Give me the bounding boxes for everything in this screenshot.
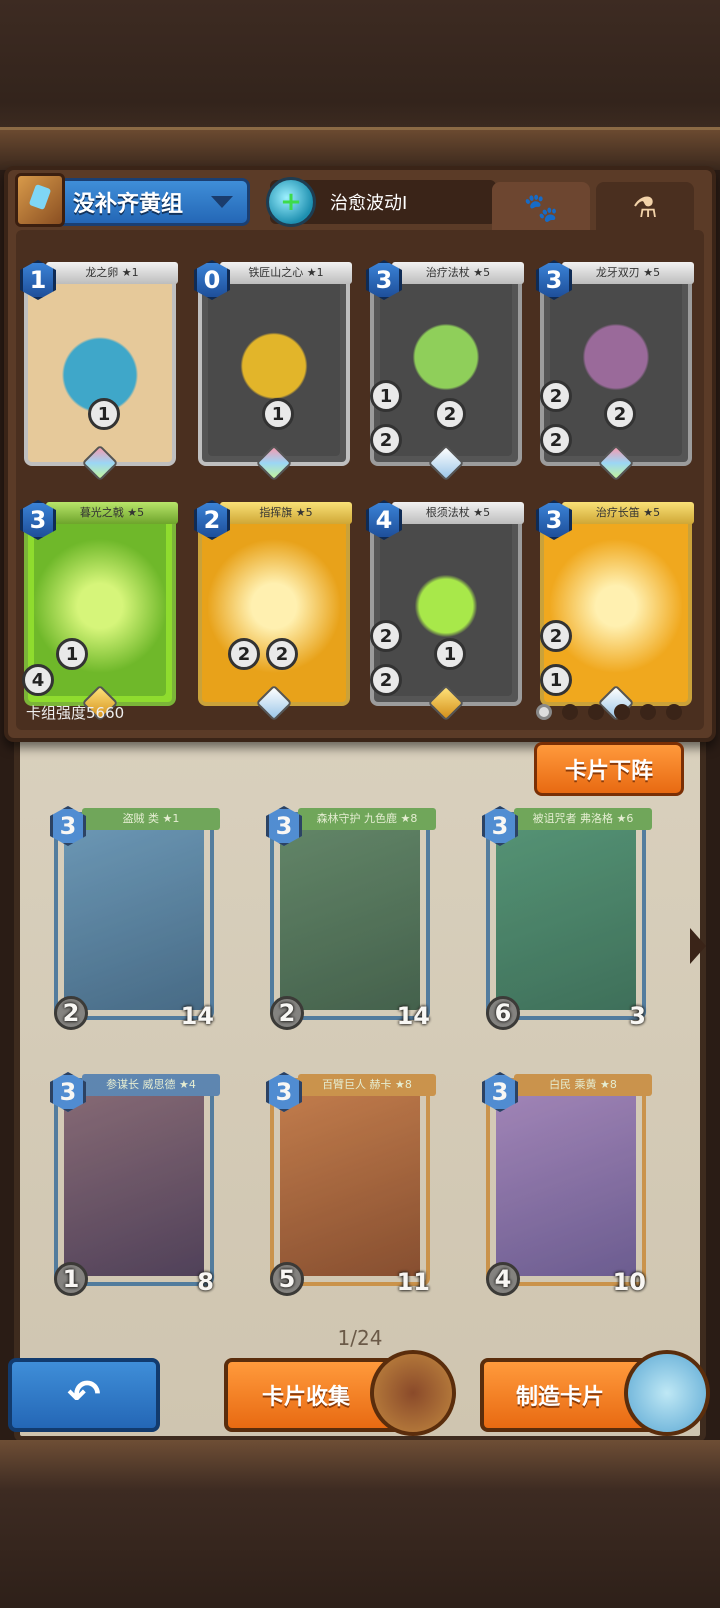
next-page-arrow-icon[interactable] xyxy=(690,928,706,964)
card-attack: 5 xyxy=(270,1262,304,1296)
card-health: 14 xyxy=(180,1002,214,1030)
card-health: 8 xyxy=(197,1268,214,1296)
card-stat: 1 xyxy=(88,398,120,430)
deck-card[interactable]: 治疗长笛 ★5 3 2 1 xyxy=(536,500,694,722)
card-name: 治疗长笛 ★5 xyxy=(562,502,694,524)
filter-dot[interactable] xyxy=(640,704,656,720)
deck-book-icon xyxy=(15,173,65,227)
card-stat: 2 xyxy=(540,620,572,652)
card-stat: 2 xyxy=(540,424,572,456)
card-attack: 4 xyxy=(486,1262,520,1296)
card-attack: 6 xyxy=(486,996,520,1030)
deck-filter-dots xyxy=(536,704,682,720)
card-attack: 1 xyxy=(54,1262,88,1296)
tab-potion[interactable]: ⚗ xyxy=(596,182,694,232)
card-stat: 4 xyxy=(22,664,54,696)
card-stat: 2 xyxy=(370,664,402,696)
craft-card-label: 制造卡片 xyxy=(516,1385,605,1410)
card-stat: 1 xyxy=(434,638,466,670)
card-attack: 2 xyxy=(270,996,304,1030)
card-stat: 1 xyxy=(370,380,402,412)
card-stat: 2 xyxy=(434,398,466,430)
card-stat: 2 xyxy=(540,380,572,412)
card-health: 10 xyxy=(612,1268,646,1296)
card-stat: 2 xyxy=(370,424,402,456)
card-health: 11 xyxy=(396,1268,430,1296)
bottom-wood-background xyxy=(0,1440,720,1608)
page-indicator: 1/24 xyxy=(337,1326,383,1350)
card-stat: 2 xyxy=(370,620,402,652)
tab-paw[interactable]: 🐾 xyxy=(492,182,590,232)
card-stat: 2 xyxy=(266,638,298,670)
deck-card[interactable]: 龙牙双刃 ★5 3 2 2 2 xyxy=(536,260,694,482)
deck-card[interactable]: 指挥旗 ★5 2 2 2 xyxy=(194,500,352,722)
filter-dot[interactable] xyxy=(588,704,604,720)
card-name: 治疗法杖 ★5 xyxy=(392,262,524,284)
filter-dot[interactable] xyxy=(614,704,630,720)
potion-icon: ⚗ xyxy=(632,190,658,224)
back-arrow-icon: ↶ xyxy=(67,1372,101,1418)
card-name: 龙之卵 ★1 xyxy=(46,262,178,284)
deck-name: 没补齐黄组 xyxy=(73,192,184,217)
card-name: 龙牙双刃 ★5 xyxy=(562,262,694,284)
card-name: 暮光之戟 ★5 xyxy=(46,502,178,524)
card-attack: 2 xyxy=(54,996,88,1030)
collection-card[interactable]: 白民 乘黄 ★8 3 4 10 xyxy=(482,1072,652,1296)
card-stat: 2 xyxy=(228,638,260,670)
deck-panel: 没补齐黄组 + 治愈波动I 🐾 ⚗ 龙之卵 ★1 1 1 铁匠山之心 ★1 0 … xyxy=(4,166,716,742)
top-wood-background xyxy=(0,0,720,170)
card-name: 指挥旗 ★5 xyxy=(220,502,352,524)
card-collection-label: 卡片收集 xyxy=(262,1385,351,1410)
card-name: 森林守护 九色鹿 ★8 xyxy=(298,808,436,830)
back-button[interactable]: ↶ xyxy=(8,1358,160,1432)
filter-dot[interactable] xyxy=(562,704,578,720)
chevron-down-icon xyxy=(211,196,233,208)
heal-skill-icon: + xyxy=(266,177,316,227)
collection-card[interactable]: 百臂巨人 赫卡 ★8 3 5 11 xyxy=(266,1072,436,1296)
card-health: 3 xyxy=(629,1002,646,1030)
deck-card[interactable]: 龙之卵 ★1 1 1 xyxy=(20,260,178,482)
collection-card[interactable]: 盗贼 类 ★1 3 2 14 xyxy=(50,806,220,1030)
remove-card-button[interactable]: 卡片下阵 xyxy=(534,742,684,796)
collection-card[interactable]: 参谋长 威思德 ★4 3 1 8 xyxy=(50,1072,220,1296)
deck-card[interactable]: 根须法杖 ★5 4 2 1 2 xyxy=(366,500,524,722)
card-name: 被诅咒者 弗洛格 ★6 xyxy=(514,808,652,830)
filter-dot-all[interactable] xyxy=(536,704,552,720)
card-health: 14 xyxy=(396,1002,430,1030)
deck-card[interactable]: 铁匠山之心 ★1 0 1 xyxy=(194,260,352,482)
card-name: 根须法杖 ★5 xyxy=(392,502,524,524)
skill-name: 治愈波动I xyxy=(330,193,408,214)
deck-card[interactable]: 暮光之戟 ★5 3 1 4 xyxy=(20,500,178,722)
card-name: 盗贼 类 ★1 xyxy=(82,808,220,830)
card-stat: 1 xyxy=(262,398,294,430)
deck-skill[interactable]: + 治愈波动I xyxy=(266,177,496,227)
card-name: 百臂巨人 赫卡 ★8 xyxy=(298,1074,436,1096)
filter-dot[interactable] xyxy=(666,704,682,720)
card-name: 铁匠山之心 ★1 xyxy=(220,262,352,284)
card-name: 参谋长 威思德 ★4 xyxy=(82,1074,220,1096)
paw-potion-icon[interactable] xyxy=(624,1350,710,1436)
deck-strength: 卡组强度5660 xyxy=(26,704,125,722)
deck-card[interactable]: 治疗法杖 ★5 3 1 2 2 xyxy=(366,260,524,482)
card-name: 白民 乘黄 ★8 xyxy=(514,1074,652,1096)
card-stat: 1 xyxy=(540,664,572,696)
card-stat: 1 xyxy=(56,638,88,670)
card-stat: 2 xyxy=(604,398,636,430)
collection-card[interactable]: 森林守护 九色鹿 ★8 3 2 14 xyxy=(266,806,436,1030)
paw-icon: 🐾 xyxy=(523,190,559,224)
deck-select-dropdown[interactable]: 没补齐黄组 xyxy=(15,173,250,227)
card-book-icon[interactable] xyxy=(370,1350,456,1436)
collection-card[interactable]: 被诅咒者 弗洛格 ★6 3 6 3 xyxy=(482,806,652,1030)
